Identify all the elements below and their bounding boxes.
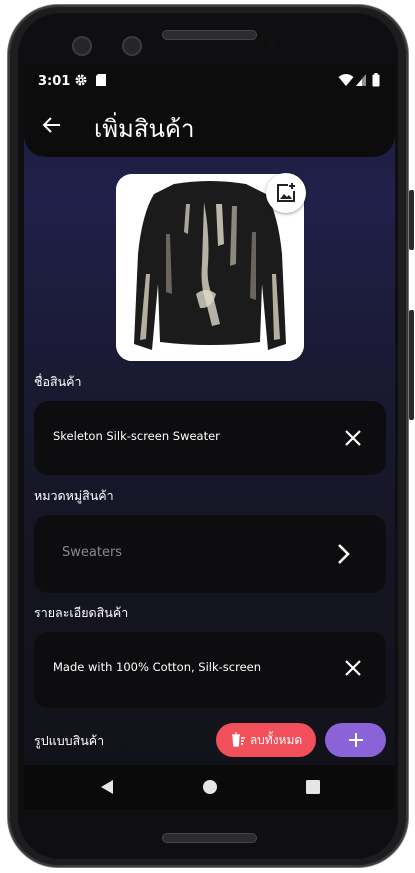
close-icon[interactable] — [341, 426, 365, 450]
gear-icon — [75, 74, 87, 86]
front-camera-icon — [122, 36, 142, 56]
name-label: ชื่อสินค้า — [34, 374, 82, 389]
status-time: 3:01 — [38, 74, 71, 89]
clear-all-button[interactable]: ลบทั้งหมด — [216, 723, 316, 757]
status-bar: 3:01 — [24, 65, 395, 97]
recents-square-icon[interactable] — [305, 779, 321, 795]
add-photo-button[interactable] — [266, 173, 306, 213]
screen: 3:01 เพิ่มสินค้า ชื่อสินค้า Skeleton Sil… — [24, 65, 395, 809]
front-camera-icon — [72, 36, 92, 56]
add-photo-icon — [277, 183, 295, 202]
description-value[interactable]: Made with 100% Cotton, Silk-screen — [53, 660, 261, 674]
power-button — [409, 190, 414, 250]
category-label: หมวดหมู่สินค้า — [34, 488, 114, 503]
volume-button — [409, 310, 414, 420]
clear-all-label: ลบทั้งหมด — [249, 732, 303, 747]
battery-icon — [372, 73, 380, 87]
add-variant-button[interactable] — [325, 723, 386, 757]
name-field[interactable]: Skeleton Silk-screen Sweater — [34, 401, 386, 475]
signal-icon — [356, 74, 366, 86]
description-field[interactable]: Made with 100% Cotton, Silk-screen — [34, 632, 386, 708]
sd-card-icon — [96, 74, 106, 86]
plus-icon — [348, 733, 363, 747]
wifi-icon — [338, 74, 354, 86]
earpiece-speaker — [162, 30, 257, 40]
delete-sweep-icon — [231, 732, 245, 747]
chevron-right-icon[interactable] — [331, 542, 355, 566]
app-bar: เพิ่มสินค้า — [24, 97, 395, 157]
arrow-left-icon[interactable] — [40, 113, 64, 137]
page-title: เพิ่มสินค้า — [94, 115, 195, 143]
variants-label: รูปแบบสินค้า — [34, 733, 105, 748]
description-label: รายละเอียดสินค้า — [34, 605, 129, 620]
home-circle-icon[interactable] — [202, 779, 218, 795]
category-field[interactable]: Sweaters — [34, 515, 386, 593]
category-placeholder: Sweaters — [62, 545, 123, 560]
system-nav-bar — [24, 765, 395, 809]
back-triangle-icon[interactable] — [99, 779, 115, 795]
name-value[interactable]: Skeleton Silk-screen Sweater — [53, 429, 220, 443]
bottom-speaker — [162, 833, 257, 843]
sensor-icon — [266, 40, 278, 52]
close-icon[interactable] — [341, 656, 365, 680]
